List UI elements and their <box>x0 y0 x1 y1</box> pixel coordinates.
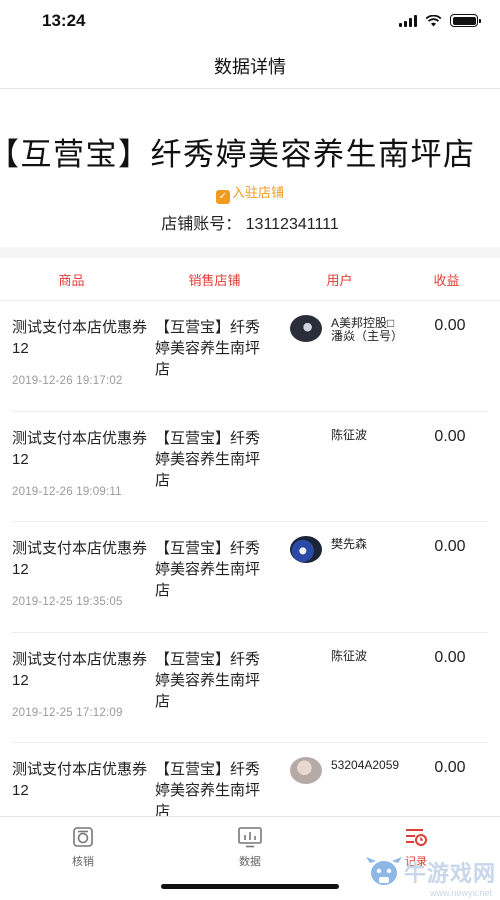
store-cell: 【互营宝】纤秀婷美容养生南坪店 <box>155 650 261 710</box>
income-value: 0.00 <box>434 759 466 776</box>
user-name: 陈征波 <box>331 427 368 442</box>
user-name: 樊先森 <box>331 537 368 551</box>
product-name: 测试支付本店优惠券12 <box>12 319 148 357</box>
page-title: 数据详情 <box>214 57 286 77</box>
column-header-user: 用户 <box>326 272 353 288</box>
store-header: 【互营宝】纤秀婷美容养生南坪店 ✓ 入驻店铺 店铺账号： 13112341111 <box>0 89 500 247</box>
product-name: 测试支付本店优惠券12 <box>12 650 148 689</box>
store-name: 【互营宝】纤秀婷美容养生南坪店 <box>0 137 476 172</box>
user-name: 53204A2059 <box>331 758 400 772</box>
record-time: 2019-12-25 19:35:05 <box>12 596 123 608</box>
status-bar: 13:24 <box>0 0 500 44</box>
home-indicator <box>161 884 339 889</box>
product-name: 测试支付本店优惠券12 <box>12 429 148 468</box>
column-header-income: 收益 <box>433 272 460 288</box>
product-name: 测试支付本店优惠券12 <box>12 761 148 799</box>
store-badge-label: 入驻店铺 <box>231 185 284 200</box>
mascot-icon <box>365 857 402 885</box>
product-name: 测试支付本店优惠券12 <box>12 540 148 578</box>
watermark-url: www.newyx.net <box>429 888 492 898</box>
store-cell: 【互营宝】纤秀婷美容养生南坪店 <box>155 319 261 378</box>
wifi-icon <box>425 14 442 26</box>
watermark: 牛游戏网 www.newyx.net <box>364 852 496 898</box>
table-header: 商品 销售店铺 用户 收益 <box>0 258 500 301</box>
table-row[interactable]: 测试支付本店优惠券12 2019-12-25 17:12:09 【互营宝】纤秀婷… <box>12 633 488 743</box>
avatar <box>290 315 322 342</box>
store-account: 店铺账号： 13112341111 <box>161 216 339 233</box>
record-time: 2019-12-25 17:12:09 <box>12 706 123 719</box>
user-cell: 樊先森 <box>290 536 402 563</box>
record-list: 测试支付本店优惠券12 2019-12-26 19:17:02 【互营宝】纤秀婷… <box>0 301 500 854</box>
status-icons <box>399 14 481 27</box>
column-header-product: 商品 <box>58 272 85 288</box>
user-cell: 53204A2059 <box>290 757 402 784</box>
record-icon <box>406 829 427 846</box>
income-value: 0.00 <box>434 427 466 445</box>
table-row[interactable]: 测试支付本店优惠券12 2019-12-26 19:09:11 【互营宝】纤秀婷… <box>12 412 488 522</box>
signal-icon <box>399 14 417 27</box>
status-time: 13:24 <box>42 11 86 30</box>
store-cell: 【互营宝】纤秀婷美容养生南坪店 <box>155 540 261 599</box>
verified-icon: ✓ <box>215 190 230 204</box>
tab-verify[interactable]: 核销 <box>43 825 123 869</box>
watermark-text: 牛游戏网 <box>403 861 496 886</box>
tab-data[interactable]: 数据 <box>210 825 290 869</box>
nav-bar: 数据详情 <box>0 44 500 89</box>
record-time: 2019-12-26 19:09:11 <box>12 485 122 498</box>
section-divider <box>0 247 500 258</box>
battery-icon <box>450 14 481 27</box>
store-cell: 【互营宝】纤秀婷美容养生南坪店 <box>155 761 261 820</box>
user-name: A美邦控股□ 潘焱（主号） <box>331 316 404 343</box>
table-row[interactable]: 测试支付本店优惠券12 2019-12-25 19:35:05 【互营宝】纤秀婷… <box>12 522 488 633</box>
income-value: 0.00 <box>434 317 466 334</box>
table-row[interactable]: 测试支付本店优惠券12 2019-12-26 19:17:02 【互营宝】纤秀婷… <box>12 301 488 412</box>
user-cell: 陈征波 <box>290 428 402 442</box>
store-badge: ✓ 入驻店铺 <box>0 182 500 204</box>
record-time: 2019-12-26 19:17:02 <box>12 375 123 387</box>
user-name: 陈征波 <box>331 648 368 663</box>
user-cell: A美邦控股□ 潘焱（主号） <box>290 315 404 343</box>
avatar <box>290 536 322 563</box>
chart-icon <box>238 827 262 848</box>
tab-label: 数据 <box>239 856 261 868</box>
store-cell: 【互营宝】纤秀婷美容养生南坪店 <box>155 429 261 489</box>
income-value: 0.00 <box>434 648 466 666</box>
avatar <box>290 757 322 784</box>
column-header-store: 销售店铺 <box>188 272 241 288</box>
verify-icon <box>73 827 93 847</box>
income-value: 0.00 <box>434 538 466 555</box>
user-cell: 陈征波 <box>290 649 402 663</box>
tab-label: 核销 <box>72 856 94 868</box>
